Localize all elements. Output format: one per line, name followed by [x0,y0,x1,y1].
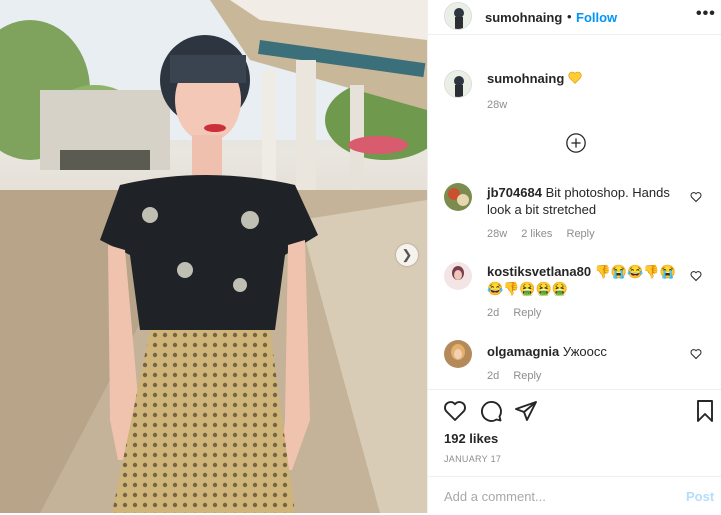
more-options-icon[interactable]: ••• [696,5,716,23]
follow-button[interactable]: Follow [576,10,617,25]
comment-likes[interactable]: 2 likes [521,228,552,240]
post-actions: 192 likes JANUARY 17 Post [428,389,721,514]
comment-username[interactable]: kostiksvetlana80 [487,264,591,279]
add-comment-bar: Post [428,476,721,515]
yellow-heart-icon [568,71,582,84]
separator-dot: • [567,9,572,24]
avatar[interactable] [444,262,472,290]
comment-meta: 28w 2 likes Reply [487,228,606,240]
comment-text: Ужоосс [562,344,607,359]
comment-input[interactable] [444,487,664,505]
heart-icon[interactable] [690,191,702,203]
heart-icon[interactable] [690,270,702,282]
next-photo-button[interactable]: ❯ [396,244,418,266]
heart-icon[interactable] [690,348,702,360]
comment-body: jb704684 Bit photoshop. Hands look a bit… [487,184,683,218]
caption-username[interactable]: sumohnaing [487,71,564,86]
post-header: sumohnaing • Follow ••• [428,0,721,35]
bookmark-icon[interactable] [693,399,717,423]
reply-button[interactable]: Reply [513,307,541,319]
comment-time: 2d [487,370,500,382]
comment-body: kostiksvetlana80 👎😭😂👎😭 😂👎🤮🤮🤮 [487,263,683,297]
comment-meta: 2d Reply [487,307,552,319]
comment-time: 28w [487,228,508,240]
photo-illustration [0,0,427,513]
share-icon[interactable] [514,399,538,423]
caption-timestamp: 28w [487,99,508,111]
comment-body: olgamagnia Ужоосс [487,343,683,360]
comment-time: 2d [487,307,500,319]
chevron-right-icon: ❯ [401,247,413,262]
post-photo[interactable]: ❯ [0,0,427,513]
avatar[interactable] [444,70,472,98]
avatar[interactable] [444,340,472,368]
avatar[interactable] [444,183,472,211]
post-side-panel: sumohnaing • Follow ••• sumohnaing 28w j… [427,0,721,513]
header-username[interactable]: sumohnaing [485,10,562,25]
avatar[interactable] [444,2,472,30]
post-comment-button[interactable]: Post [686,489,714,504]
comment-username[interactable]: olgamagnia [487,344,559,359]
load-more-comments-icon[interactable] [565,132,587,154]
reply-button[interactable]: Reply [567,228,595,240]
instagram-post-modal: ❯ sumohnaing • Follow ••• sumohnaing 28w… [0,0,721,513]
likes-count[interactable]: 192 likes [444,431,498,446]
comment-username[interactable]: jb704684 [487,185,542,200]
heart-icon[interactable] [443,399,467,423]
reply-button[interactable]: Reply [513,370,541,382]
comment-meta: 2d Reply [487,370,552,382]
post-date: JANUARY 17 [444,454,502,464]
comment-icon[interactable] [479,399,503,423]
